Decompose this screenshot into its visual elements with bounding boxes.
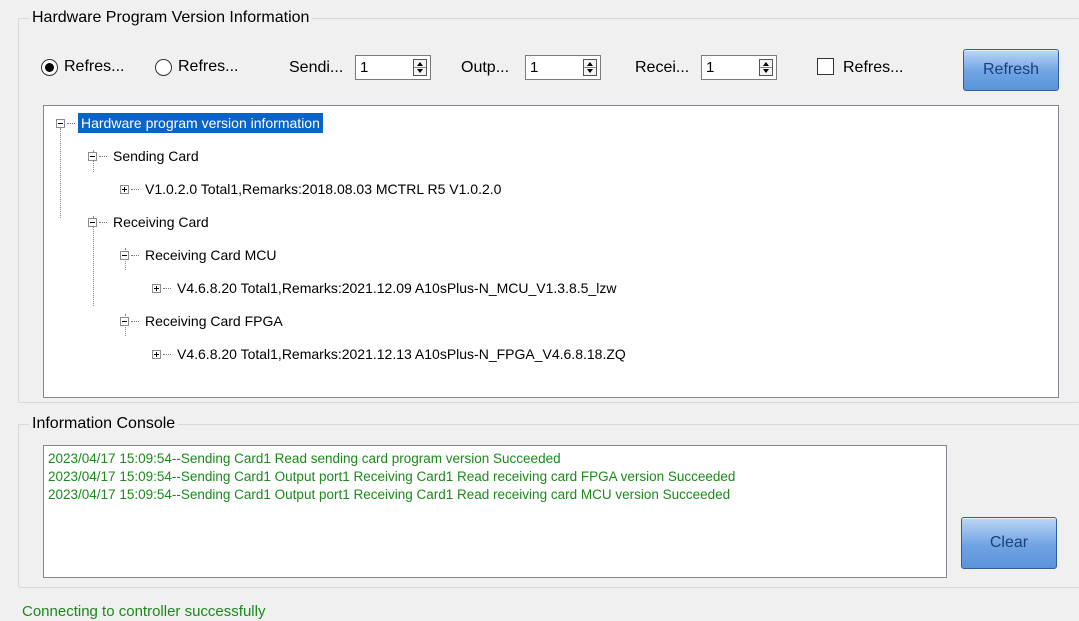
log-line: 2023/04/17 15:09:54--Sending Card1 Outpu… [48, 487, 731, 502]
refresh-radio-2-label: Refres... [178, 58, 239, 75]
tree-node-receiving-fpga[interactable]: Receiving Card FPGA [120, 310, 286, 332]
sending-spinbox[interactable]: 1 [355, 55, 431, 80]
refresh-radio-1-label: Refres... [64, 58, 125, 75]
receiving-spinbox[interactable]: 1 [701, 55, 777, 80]
tree-node-root[interactable]: Hardware program version information [56, 112, 323, 134]
collapse-icon[interactable] [56, 118, 65, 128]
spin-down-icon[interactable] [763, 69, 769, 73]
receiving-spinbox-value: 1 [706, 59, 715, 76]
expand-icon[interactable] [152, 349, 161, 359]
spin-up-icon[interactable] [587, 62, 593, 66]
radio-unchecked-icon[interactable] [155, 58, 172, 76]
spin-arrows-icon[interactable] [759, 59, 773, 76]
output-label: Outp... [461, 59, 510, 76]
collapse-icon[interactable] [88, 217, 97, 227]
console-log[interactable]: 2023/04/17 15:09:54--Sending Card1 Read … [43, 445, 947, 578]
tree-node-receiving-mcu-label[interactable]: Receiving Card MCU [142, 245, 279, 265]
output-spinbox[interactable]: 1 [525, 55, 601, 80]
control-row: Refres... Refres... Sendi... 1 Outp... 1… [37, 49, 1077, 85]
expand-icon[interactable] [120, 184, 129, 194]
spin-up-icon[interactable] [763, 62, 769, 66]
spin-down-icon[interactable] [587, 69, 593, 73]
tree-node-sending-card-label[interactable]: Sending Card [110, 146, 202, 166]
spin-down-icon[interactable] [417, 69, 423, 73]
expand-icon[interactable] [152, 283, 161, 293]
clear-button[interactable]: Clear [961, 517, 1057, 569]
receiving-label: Recei... [635, 59, 690, 76]
log-line: 2023/04/17 15:09:54--Sending Card1 Outpu… [48, 469, 736, 484]
spin-up-icon[interactable] [417, 62, 423, 66]
log-line: 2023/04/17 15:09:54--Sending Card1 Read … [48, 451, 561, 466]
tree-node-receiving-fpga-label[interactable]: Receiving Card FPGA [142, 311, 286, 331]
tree-node-sending-card[interactable]: Sending Card [88, 145, 202, 167]
refresh-checkbox[interactable] [817, 58, 834, 75]
hardware-version-group-title: Hardware Program Version Information [29, 8, 313, 28]
refresh-checkbox-label: Refres... [843, 59, 904, 76]
collapse-icon[interactable] [120, 250, 129, 260]
refresh-radio-1[interactable]: Refres... [41, 58, 124, 76]
spin-arrows-icon[interactable] [413, 59, 427, 76]
spin-arrows-icon[interactable] [583, 59, 597, 76]
tree-node-sending-card-version[interactable]: V1.0.2.0 Total1,Remarks:2018.08.03 MCTRL… [120, 178, 504, 200]
tree-node-receiving-mcu-version[interactable]: V4.6.8.20 Total1,Remarks:2021.12.09 A10s… [152, 277, 619, 299]
tree-node-receiving-fpga-version-label[interactable]: V4.6.8.20 Total1,Remarks:2021.12.13 A10s… [174, 344, 629, 364]
refresh-radio-2[interactable]: Refres... [155, 58, 238, 76]
tree-node-sending-card-version-label[interactable]: V1.0.2.0 Total1,Remarks:2018.08.03 MCTRL… [142, 179, 504, 199]
collapse-icon[interactable] [120, 316, 129, 326]
tree-node-receiving-fpga-version[interactable]: V4.6.8.20 Total1,Remarks:2021.12.13 A10s… [152, 343, 629, 365]
hardware-version-group: Hardware Program Version Information Ref… [18, 8, 1079, 403]
tree-node-receiving-mcu[interactable]: Receiving Card MCU [120, 244, 279, 266]
radio-checked-icon[interactable] [41, 58, 58, 76]
tree-node-root-label[interactable]: Hardware program version information [78, 113, 323, 133]
output-spinbox-value: 1 [530, 59, 539, 76]
information-console-group: Information Console 2023/04/17 15:09:54-… [18, 414, 1079, 588]
tree-node-receiving-card-label[interactable]: Receiving Card [110, 212, 212, 232]
refresh-button[interactable]: Refresh [963, 49, 1059, 91]
tree-node-receiving-card[interactable]: Receiving Card [88, 211, 212, 233]
sending-label: Sendi... [289, 59, 344, 76]
status-text: Connecting to controller successfully [22, 603, 266, 620]
sending-spinbox-value: 1 [360, 59, 369, 76]
collapse-icon[interactable] [88, 151, 97, 161]
information-console-title: Information Console [29, 414, 179, 434]
tree-node-receiving-mcu-version-label[interactable]: V4.6.8.20 Total1,Remarks:2021.12.09 A10s… [174, 278, 619, 298]
version-tree[interactable]: Hardware program version information Sen… [43, 105, 1059, 398]
